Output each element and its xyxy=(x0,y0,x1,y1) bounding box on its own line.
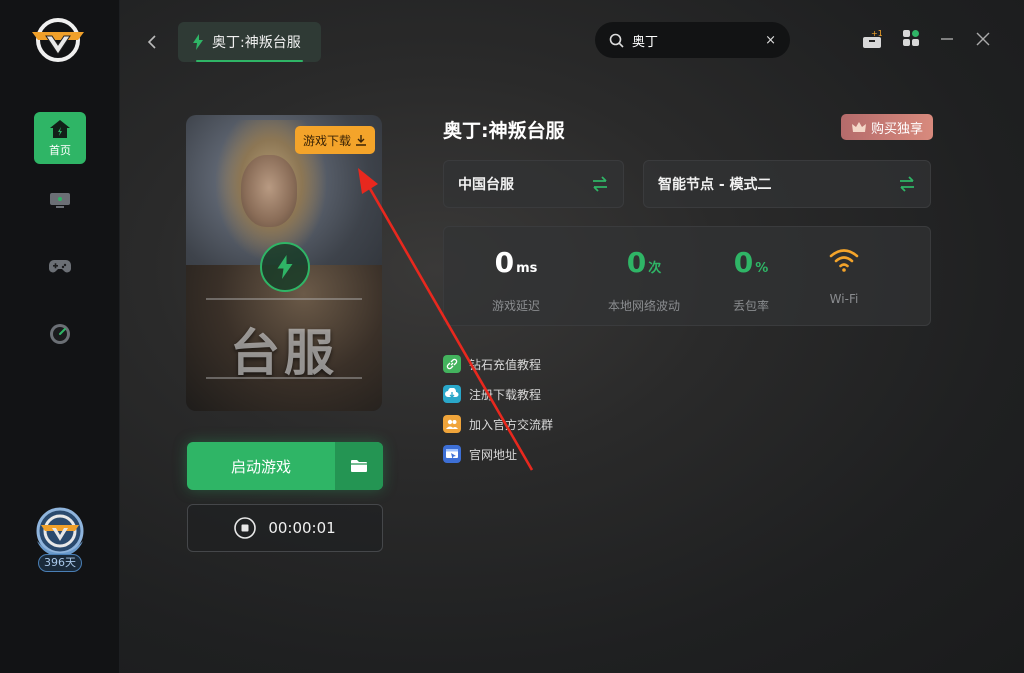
link-official-site[interactable]: 官网地址 xyxy=(443,444,553,464)
stat-fluctuation-value: 0 xyxy=(626,246,647,279)
close-icon xyxy=(976,32,990,46)
wifi-icon xyxy=(829,249,859,272)
link-register-download-label: 注册下载教程 xyxy=(469,387,542,402)
search-value: 奥丁 xyxy=(632,34,659,50)
buy-exclusive-label: 购买独享 xyxy=(870,121,923,137)
apps-button[interactable] xyxy=(902,29,920,51)
stat-packet-loss-value: 0 xyxy=(733,246,754,279)
minimize-button[interactable] xyxy=(940,31,954,50)
stat-packet-loss-unit: % xyxy=(755,261,769,276)
server-select[interactable]: 中国台服 xyxy=(443,160,624,208)
node-value: 智能节点 - 模式二 xyxy=(658,177,772,193)
back-button[interactable] xyxy=(140,30,164,54)
stat-wifi: Wi-Fi xyxy=(789,247,899,306)
search-input[interactable]: 奥丁 × xyxy=(595,22,790,58)
open-folder-button[interactable] xyxy=(335,442,383,490)
speedometer-icon xyxy=(50,324,70,344)
website-icon xyxy=(443,445,461,463)
stop-icon[interactable] xyxy=(234,517,257,539)
stat-latency-value: 0 xyxy=(494,246,515,279)
session-timer[interactable]: 00:00:01 xyxy=(187,504,383,552)
apps-grid-icon xyxy=(903,30,919,46)
cover-art-face xyxy=(241,155,297,227)
tab-current-game[interactable]: 奥丁:神叛台服 xyxy=(178,22,321,62)
network-stats-panel: 0 ms 游戏延迟 0次 本地网络波动 0% 丢包率 Wi-Fi xyxy=(443,226,931,326)
game-title: 奥丁:神叛台服 xyxy=(443,120,565,142)
stat-latency-unit: ms xyxy=(516,261,538,276)
crown-icon xyxy=(851,122,866,132)
sidebar-item-home[interactable]: 首页 xyxy=(34,112,86,164)
main-panel: 奥丁:神叛台服 奥丁 × +1 台服 游戏下载 启动游戏 00:00:01 奥丁… xyxy=(120,0,1024,673)
stat-fluctuation-unit: 次 xyxy=(648,261,662,276)
stat-fluctuation: 0次 本地网络波动 xyxy=(589,247,699,314)
link-join-group-label: 加入官方交流群 xyxy=(469,417,554,432)
launch-game-label: 启动游戏 xyxy=(230,457,291,476)
stat-wifi-label: Wi-Fi xyxy=(829,292,859,306)
link-icon xyxy=(443,355,461,373)
app-logo xyxy=(28,14,88,66)
launch-game-button[interactable]: 启动游戏 xyxy=(187,442,383,490)
lightning-icon xyxy=(193,34,203,50)
stat-fluctuation-label: 本地网络波动 xyxy=(607,299,680,313)
chevron-left-icon xyxy=(147,35,156,49)
game-download-label: 游戏下载 xyxy=(302,133,351,148)
gift-plus-one-icon: +1 xyxy=(863,29,883,48)
link-register-download[interactable]: 注册下载教程 xyxy=(443,384,553,404)
link-official-site-label: 官网地址 xyxy=(469,447,518,462)
sidebar-item-speed[interactable] xyxy=(34,308,86,360)
stat-latency-label: 游戏延迟 xyxy=(491,299,540,313)
help-links: 钻石充值教程 注册下载教程 加入官方交流群 官网地址 xyxy=(443,354,553,474)
search-icon xyxy=(609,33,624,48)
folder-icon xyxy=(351,460,367,472)
boost-emblem-icon xyxy=(260,242,310,292)
link-diamond-recharge[interactable]: 钻石充值教程 xyxy=(443,354,553,374)
link-join-group[interactable]: 加入官方交流群 xyxy=(443,414,553,434)
buy-exclusive-button[interactable]: 购买独享 xyxy=(841,114,933,140)
switch-arrows-icon xyxy=(900,176,914,192)
node-select[interactable]: 智能节点 - 模式二 xyxy=(643,160,931,208)
clear-search-button[interactable]: × xyxy=(765,33,776,48)
home-icon xyxy=(50,119,70,138)
stat-latency: 0 ms 游戏延迟 xyxy=(461,247,571,314)
server-value: 中国台服 xyxy=(458,177,514,193)
svg-text:+1: +1 xyxy=(871,29,882,38)
monitor-icon xyxy=(50,193,70,208)
sidebar-item-monitor[interactable] xyxy=(34,174,86,226)
vip-avatar-icon xyxy=(36,507,84,557)
sidebar-item-gamepad[interactable] xyxy=(34,240,86,292)
gamepad-icon xyxy=(49,260,71,273)
gift-button[interactable]: +1 xyxy=(862,29,883,53)
user-avatar[interactable]: 396天 xyxy=(33,505,87,575)
cover-region-text: 台服 xyxy=(230,324,338,382)
game-cover-card: 台服 xyxy=(186,115,382,411)
sidebar: 首页 396天 xyxy=(0,0,120,673)
timer-value: 00:00:01 xyxy=(268,519,336,537)
download-icon xyxy=(356,135,366,146)
link-diamond-recharge-label: 钻石充值教程 xyxy=(469,357,542,372)
cover-divider xyxy=(206,377,362,379)
sidebar-item-home-label: 首页 xyxy=(49,143,71,157)
tab-title: 奥丁:神叛台服 xyxy=(212,35,301,51)
group-icon xyxy=(443,415,461,433)
membership-days-badge: 396天 xyxy=(38,554,82,572)
switch-arrows-icon xyxy=(593,176,607,192)
close-button[interactable] xyxy=(976,31,990,50)
minimize-icon xyxy=(941,38,953,40)
cover-divider xyxy=(206,298,362,300)
game-download-button[interactable]: 游戏下载 xyxy=(295,126,375,154)
cloud-download-icon xyxy=(443,385,461,403)
